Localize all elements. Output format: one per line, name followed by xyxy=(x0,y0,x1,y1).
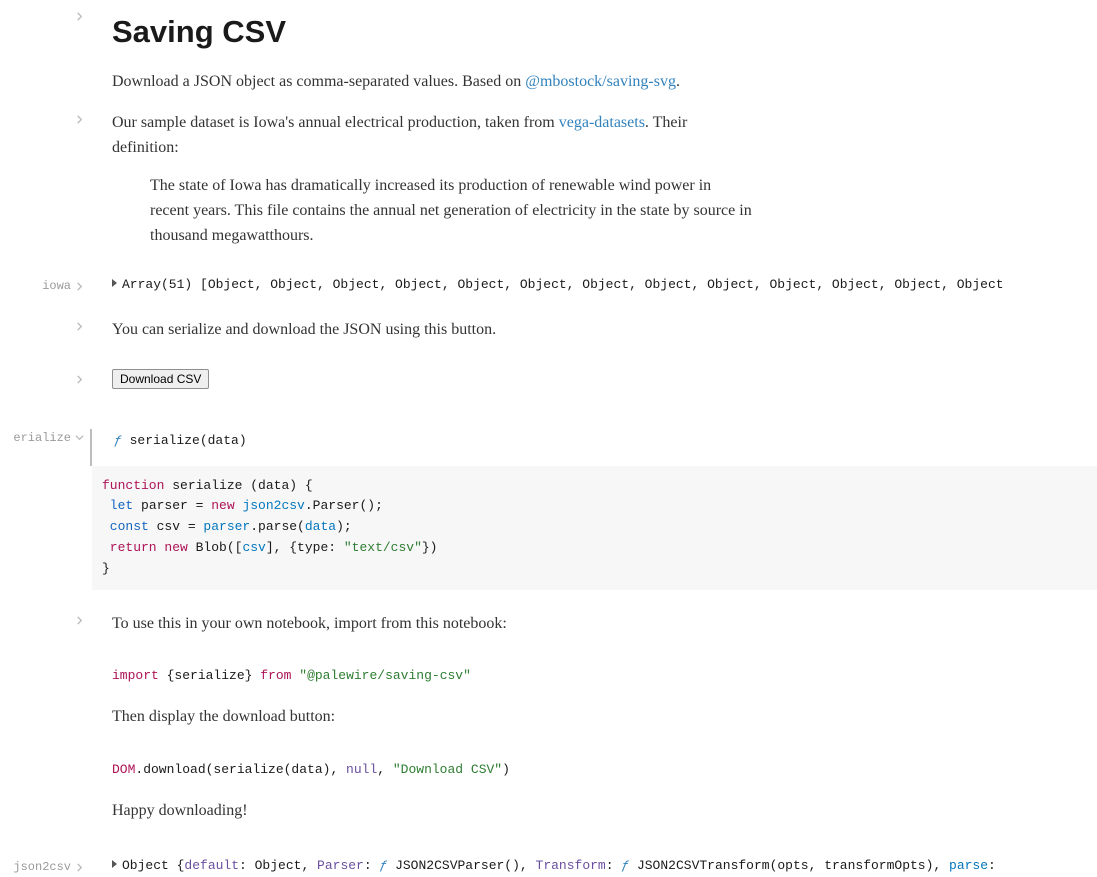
iowa-output-wrap: Array(51) [Object, Object, Object, Objec… xyxy=(92,277,1097,296)
download-csv-button[interactable]: Download CSV xyxy=(112,369,209,389)
serialize-explain: You can serialize and download the JSON … xyxy=(112,318,732,343)
json2csv-output[interactable]: Object {default: Object, Parser: ƒ JSON2… xyxy=(112,858,1097,875)
page-title: Saving CSV xyxy=(112,14,1097,50)
iowa-array-text: Array(51) [Object, Object, Object, Objec… xyxy=(122,277,1004,292)
json2csv-output-wrap: Object {default: Object, Parser: ƒ JSON2… xyxy=(92,858,1097,877)
serialize-source[interactable]: function serialize (data) { let parser =… xyxy=(92,466,1097,590)
cell-iowa: iowa Array(51) [Object, Object, Object, … xyxy=(0,277,1097,296)
sample-link[interactable]: vega-datasets xyxy=(559,114,645,131)
happy: Happy downloading! xyxy=(112,799,752,824)
cell-usage: To use this in your own notebook, import… xyxy=(0,610,1097,838)
then-display: Then display the download button: xyxy=(112,705,752,730)
chevron-down-icon[interactable] xyxy=(73,431,86,444)
chevron-right-icon[interactable] xyxy=(73,280,86,293)
usage-content: To use this in your own notebook, import… xyxy=(92,610,1097,838)
intro-link[interactable]: @mbostock/saving-svg xyxy=(525,73,676,90)
intro-paragraph: Download a JSON object as comma-separate… xyxy=(112,68,752,95)
disclose-icon[interactable] xyxy=(112,279,117,287)
gutter xyxy=(0,316,92,333)
serialize-label: erialize xyxy=(13,431,71,445)
download-content: Download CSV xyxy=(92,369,1097,389)
cell-explain: You can serialize and download the JSON … xyxy=(0,316,1097,357)
chevron-right-icon[interactable] xyxy=(73,10,86,23)
cell-json2csv: json2csv Object {default: Object, Parser… xyxy=(0,858,1097,877)
chevron-right-icon[interactable] xyxy=(73,320,86,333)
gutter xyxy=(0,109,92,126)
gutter xyxy=(0,369,92,386)
cell-serialize: erialize ƒ serialize(data) function seri… xyxy=(0,429,1097,590)
fn-f: ƒ xyxy=(114,433,122,448)
fn-sig: serialize(data) xyxy=(122,433,247,448)
title-content: Saving CSV Download a JSON object as com… xyxy=(92,6,1097,109)
use-in-notebook: To use this in your own notebook, import… xyxy=(112,612,752,637)
fn-signature: ƒ serialize(data) xyxy=(90,429,1097,466)
intro-post: . xyxy=(676,73,680,90)
blockquote-text: The state of Iowa has dramatically incre… xyxy=(150,177,752,244)
import-line[interactable]: import {serialize} from "@palewire/savin… xyxy=(112,662,1097,691)
definition-blockquote: The state of Iowa has dramatically incre… xyxy=(112,174,752,248)
json2csv-label: json2csv xyxy=(13,860,71,874)
gutter xyxy=(0,6,92,23)
iowa-label: iowa xyxy=(42,279,71,293)
intro-text: Download a JSON object as comma-separate… xyxy=(112,73,525,90)
iowa-scroll[interactable]: Array(51) [Object, Object, Object, Objec… xyxy=(112,277,1097,296)
dom-download-line[interactable]: DOM.download(serialize(data), null, "Dow… xyxy=(112,756,1097,785)
chevron-right-icon[interactable] xyxy=(73,861,86,874)
sample-pre: Our sample dataset is Iowa's annual elec… xyxy=(112,114,559,131)
chevron-right-icon[interactable] xyxy=(73,113,86,126)
cell-sample: Our sample dataset is Iowa's annual elec… xyxy=(0,109,1097,249)
cell-title: Saving CSV Download a JSON object as com… xyxy=(0,6,1097,109)
disclose-icon[interactable] xyxy=(112,860,117,868)
sample-content: Our sample dataset is Iowa's annual elec… xyxy=(92,109,1097,249)
explain-content: You can serialize and download the JSON … xyxy=(92,316,732,357)
gutter xyxy=(0,610,92,627)
gutter-iowa: iowa xyxy=(0,279,92,293)
gutter-serialize: erialize xyxy=(0,429,92,445)
cell-download: Download CSV xyxy=(0,369,1097,389)
chevron-right-icon[interactable] xyxy=(73,614,86,627)
chevron-right-icon[interactable] xyxy=(73,373,86,386)
iowa-output[interactable]: Array(51) [Object, Object, Object, Objec… xyxy=(112,277,1097,294)
gutter-json2csv: json2csv xyxy=(0,860,92,874)
json2csv-scroll[interactable]: Object {default: Object, Parser: ƒ JSON2… xyxy=(112,858,1097,877)
serialize-code: ƒ serialize(data) function serialize (da… xyxy=(92,429,1097,590)
